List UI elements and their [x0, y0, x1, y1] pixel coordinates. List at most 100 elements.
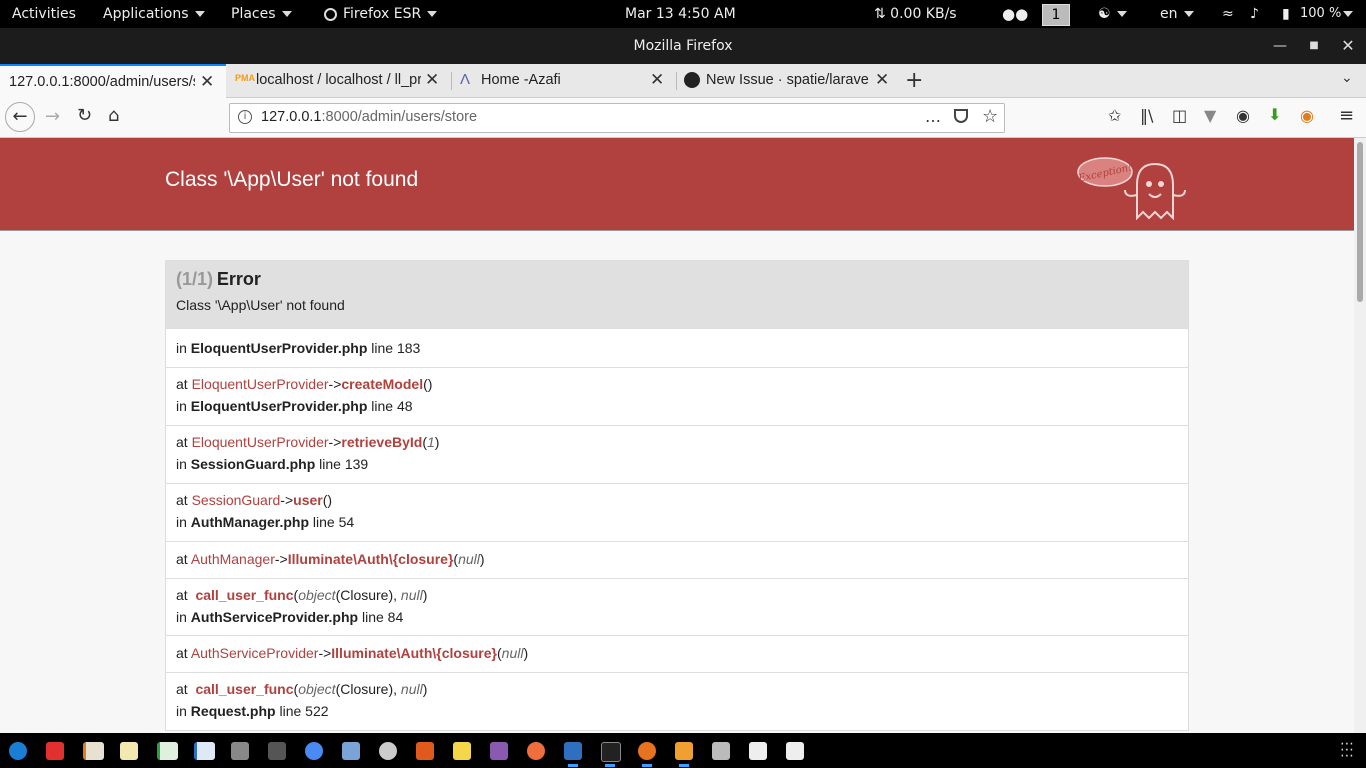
files-icon[interactable] — [120, 742, 138, 760]
people-icon[interactable]: ●● — [1002, 0, 1028, 28]
close-window-button[interactable]: ✕ — [1333, 28, 1363, 64]
new-tab-button[interactable]: + — [905, 68, 923, 93]
tab-admin-users-store[interactable]: 127.0.0.1:8000/admin/users/store ✕ — [0, 64, 226, 98]
download-arrow-icon[interactable]: ⬇ — [1268, 105, 1281, 124]
writer-icon[interactable] — [564, 742, 582, 760]
tab-home-azafi[interactable]: Λ Home -Azafi ✕ — [452, 64, 676, 97]
accessibility-icon[interactable]: ☯ — [1098, 0, 1127, 28]
close-tab-icon[interactable]: ✕ — [425, 70, 439, 90]
firefox-icon[interactable] — [638, 742, 656, 760]
trace-class[interactable]: AuthServiceProvider — [191, 645, 319, 661]
language-menu[interactable]: en — [1160, 0, 1194, 28]
maximize-button[interactable]: ■ — [1299, 28, 1329, 64]
settings-gear-icon[interactable] — [379, 742, 397, 760]
file-manager-icon[interactable] — [712, 742, 730, 760]
hamburger-menu-icon[interactable]: ≡ — [1339, 105, 1354, 126]
page-actions-icon[interactable]: … — [925, 107, 941, 126]
trace-line: line 183 — [371, 340, 421, 356]
library-icon[interactable]: ‖\ — [1140, 106, 1153, 125]
reload-button[interactable]: ↻ — [77, 105, 92, 126]
account-icon[interactable]: ◉ — [1236, 106, 1250, 125]
home-button[interactable]: ⌂ — [108, 105, 119, 126]
trace-class[interactable]: SessionGuard — [192, 492, 281, 508]
minimize-button[interactable]: — — [1265, 28, 1295, 64]
applications-menu[interactable]: Applications — [103, 0, 205, 28]
chromium-icon[interactable] — [305, 742, 323, 760]
trace-class[interactable]: EloquentUserProvider — [192, 434, 329, 450]
error-label: Error — [216, 269, 261, 289]
battery-icon[interactable]: ▮ — [1282, 0, 1290, 28]
firefox-menu-label: Firefox ESR — [343, 6, 422, 22]
trace-row: in EloquentUserProvider.php line 183 — [166, 328, 1188, 367]
presentation-icon[interactable] — [83, 742, 104, 760]
trace-function[interactable]: retrieveById — [341, 434, 422, 450]
language-label: en — [1160, 6, 1178, 22]
notes-icon[interactable] — [453, 742, 471, 760]
volume-icon[interactable]: ♪ — [1250, 0, 1259, 28]
blank-document-icon[interactable] — [786, 742, 804, 760]
sidebar-icon[interactable]: ◫ — [1172, 106, 1187, 125]
tab-github-new-issue[interactable]: New Issue · spatie/laravel-permission ✕ — [677, 64, 901, 97]
sublime-text-icon[interactable] — [675, 742, 693, 760]
usb-creator-icon[interactable] — [268, 742, 286, 760]
vue-devtools-icon[interactable]: ▼ — [1204, 106, 1216, 125]
tab-phpmyadmin[interactable]: PMA localhost / localhost / ll_project ✕ — [227, 64, 449, 97]
tab-label: localhost / localhost / ll_project — [256, 72, 421, 88]
trace-row: at SessionGuard->user() in AuthManager.p… — [166, 483, 1188, 541]
show-applications-grid-icon[interactable]: ⋯ ⋯ ⋯ — [1340, 737, 1355, 763]
trace-function[interactable]: createModel — [341, 376, 423, 392]
anydesk-icon[interactable] — [46, 742, 64, 760]
terminal-icon[interactable] — [601, 742, 621, 762]
page-scrollbar[interactable] — [1354, 138, 1366, 733]
trace-class[interactable]: AuthManager — [191, 551, 275, 567]
pocket-icon[interactable] — [954, 109, 968, 123]
close-tab-icon[interactable]: ✕ — [200, 72, 214, 92]
trace-row: at AuthServiceProvider->Illuminate\Auth\… — [166, 635, 1188, 672]
downloads-star-icon[interactable]: ✩ — [1108, 106, 1121, 125]
burpsuite-icon[interactable] — [416, 742, 434, 760]
image-viewer-icon[interactable] — [490, 742, 508, 760]
trace-row: at EloquentUserProvider->retrieveById(1)… — [166, 425, 1188, 483]
vm-icon[interactable] — [342, 742, 360, 760]
trace-function[interactable]: Illuminate\Auth\{closure} — [331, 645, 497, 661]
applications-label: Applications — [103, 6, 189, 22]
chevron-down-icon — [194, 11, 205, 17]
trace-function[interactable]: call_user_func — [195, 587, 293, 603]
error-count: (1/1) — [176, 269, 214, 289]
running-indicator — [568, 764, 578, 767]
clock[interactable]: Mar 13 4:50 AM — [625, 0, 736, 28]
trace-function[interactable]: call_user_func — [195, 681, 293, 697]
exception-header: Class '\App\User' not found Exception! — [0, 138, 1354, 231]
forward-button[interactable]: → — [45, 106, 60, 127]
bookmark-star-icon[interactable]: ☆ — [982, 106, 998, 127]
document-icon[interactable] — [194, 742, 215, 760]
chevron-down-icon[interactable] — [1343, 11, 1353, 17]
gimp-icon[interactable] — [231, 742, 249, 760]
extension-icon[interactable]: ◉ — [1300, 106, 1314, 125]
trace-file: EloquentUserProvider.php — [190, 340, 368, 356]
page-content: Class '\App\User' not found Exception! (… — [0, 138, 1354, 733]
close-tab-icon[interactable]: ✕ — [875, 70, 889, 90]
scrollbar-thumb[interactable] — [1357, 142, 1363, 302]
wifi-icon[interactable]: ≈ — [1222, 0, 1234, 28]
trace-function[interactable]: user — [293, 492, 323, 508]
info-icon[interactable]: i — [238, 110, 252, 124]
spreadsheet-icon[interactable] — [157, 742, 178, 760]
trace-line: line 54 — [312, 514, 355, 530]
activities-button[interactable]: Activities — [12, 0, 76, 28]
url-bar[interactable]: i 127.0.0.1:8000/admin/users/store … ☆ — [229, 103, 1005, 133]
running-indicator — [679, 764, 689, 767]
list-all-tabs-button[interactable]: ⌄ — [1341, 70, 1353, 86]
places-menu[interactable]: Places — [231, 0, 292, 28]
trace-class[interactable]: EloquentUserProvider — [192, 376, 329, 392]
firefox-app-menu[interactable]: Firefox ESR — [324, 0, 438, 28]
trace-row: at call_user_func(object(Closure), null)… — [166, 672, 1188, 730]
trace-function[interactable]: Illuminate\Auth\{closure} — [288, 551, 454, 567]
workspace-indicator[interactable]: 1 — [1042, 4, 1070, 26]
close-tab-icon[interactable]: ✕ — [650, 70, 664, 90]
trace-line: line 84 — [361, 609, 404, 625]
blank-document-icon[interactable] — [749, 742, 767, 760]
postman-icon[interactable] — [527, 742, 545, 760]
back-button[interactable]: ← — [5, 102, 35, 132]
teamviewer-icon[interactable] — [9, 742, 27, 760]
